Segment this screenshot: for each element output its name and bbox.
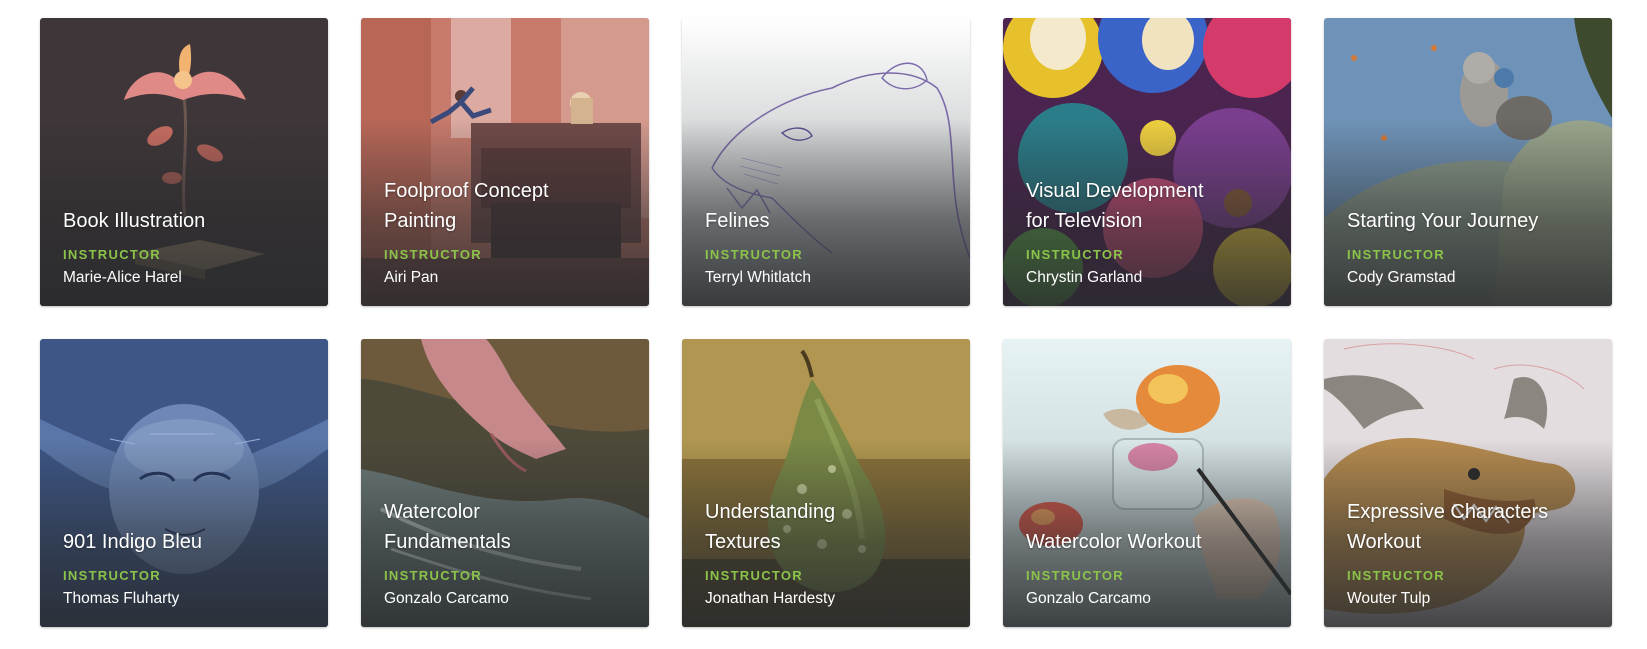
course-title: Watercolor Workout — [1026, 527, 1275, 557]
instructor-label: INSTRUCTOR — [705, 247, 803, 262]
instructor-label: INSTRUCTOR — [1347, 247, 1445, 262]
course-title-line: Watercolor — [384, 501, 480, 523]
course-title: Foolproof Concept Painting — [384, 176, 633, 236]
course-card-felines[interactable]: Felines INSTRUCTOR Terryl Whitlatch — [682, 18, 970, 306]
instructor-name: Terryl Whitlatch — [705, 269, 811, 286]
course-title: Visual Development for Television — [1026, 176, 1275, 236]
course-title: 901 Indigo Bleu — [63, 527, 312, 557]
course-title-line: for Television — [1026, 210, 1143, 232]
instructor-name: Cody Gramstad — [1347, 269, 1456, 286]
course-card-starting-your-journey[interactable]: Starting Your Journey INSTRUCTOR Cody Gr… — [1324, 18, 1612, 306]
course-title: Felines — [705, 206, 954, 236]
card-info: Felines INSTRUCTOR Terryl Whitlatch — [705, 206, 954, 289]
course-title: Book Illustration — [63, 206, 312, 236]
course-title-line: Textures — [705, 531, 781, 553]
instructor-name: Thomas Fluharty — [63, 590, 180, 607]
course-grid: Book Illustration INSTRUCTOR Marie-Alice… — [40, 18, 1612, 627]
instructor-name: Wouter Tulp — [1347, 590, 1431, 607]
course-title-line: Foolproof Concept — [384, 180, 549, 202]
course-title-line: Fundamentals — [384, 531, 511, 553]
course-title: Watercolor Fundamentals — [384, 497, 633, 557]
card-info: Watercolor Workout INSTRUCTOR Gonzalo Ca… — [1026, 527, 1275, 610]
instructor-name: Gonzalo Carcamo — [1026, 590, 1151, 607]
instructor-label: INSTRUCTOR — [63, 247, 161, 262]
course-card-book-illustration[interactable]: Book Illustration INSTRUCTOR Marie-Alice… — [40, 18, 328, 306]
course-card-expressive-characters-workout[interactable]: Expressive Characters Workout INSTRUCTOR… — [1324, 339, 1612, 627]
course-title-line: Visual Development — [1026, 180, 1204, 202]
course-title-line: Painting — [384, 210, 457, 232]
instructor-name: Airi Pan — [384, 269, 439, 286]
instructor-label: INSTRUCTOR — [63, 568, 161, 583]
course-card-visual-development-for-television[interactable]: Visual Development for Television INSTRU… — [1003, 18, 1291, 306]
course-title: Understanding Textures — [705, 497, 954, 557]
course-title-line: Workout — [1347, 531, 1422, 553]
course-title-line: Starting Your Journey — [1347, 210, 1539, 232]
instructor-label: INSTRUCTOR — [384, 568, 482, 583]
course-title-line: Understanding — [705, 501, 836, 523]
course-card-watercolor-fundamentals[interactable]: Watercolor Fundamentals INSTRUCTOR Gonza… — [361, 339, 649, 627]
course-title-line: Expressive Characters — [1347, 501, 1549, 523]
course-title-line: Felines — [705, 210, 770, 232]
instructor-label: INSTRUCTOR — [705, 568, 803, 583]
course-title-line: Book Illustration — [63, 210, 206, 232]
card-info: Foolproof Concept Painting INSTRUCTOR Ai… — [384, 176, 633, 289]
instructor-name: Marie-Alice Harel — [63, 269, 182, 286]
card-info: 901 Indigo Bleu INSTRUCTOR Thomas Fluhar… — [63, 527, 312, 610]
course-title: Expressive Characters Workout — [1347, 497, 1596, 557]
course-title-line: Watercolor Workout — [1026, 531, 1202, 553]
course-card-understanding-textures[interactable]: Understanding Textures INSTRUCTOR Jonath… — [682, 339, 970, 627]
card-info: Starting Your Journey INSTRUCTOR Cody Gr… — [1347, 206, 1596, 289]
card-info: Visual Development for Television INSTRU… — [1026, 176, 1275, 289]
course-card-watercolor-workout[interactable]: Watercolor Workout INSTRUCTOR Gonzalo Ca… — [1003, 339, 1291, 627]
course-title-line: 901 Indigo Bleu — [63, 531, 203, 553]
instructor-label: INSTRUCTOR — [384, 247, 482, 262]
course-title: Starting Your Journey — [1347, 206, 1596, 236]
card-info: Book Illustration INSTRUCTOR Marie-Alice… — [63, 206, 312, 289]
instructor-label: INSTRUCTOR — [1026, 247, 1124, 262]
card-info: Expressive Characters Workout INSTRUCTOR… — [1347, 497, 1596, 610]
instructor-label: INSTRUCTOR — [1026, 568, 1124, 583]
card-info: Understanding Textures INSTRUCTOR Jonath… — [705, 497, 954, 610]
card-info: Watercolor Fundamentals INSTRUCTOR Gonza… — [384, 497, 633, 610]
instructor-name: Jonathan Hardesty — [705, 590, 836, 607]
instructor-name: Gonzalo Carcamo — [384, 590, 509, 607]
course-card-foolproof-concept-painting[interactable]: Foolproof Concept Painting INSTRUCTOR Ai… — [361, 18, 649, 306]
course-card-901-indigo-bleu[interactable]: 901 Indigo Bleu INSTRUCTOR Thomas Fluhar… — [40, 339, 328, 627]
instructor-label: INSTRUCTOR — [1347, 568, 1445, 583]
instructor-name: Chrystin Garland — [1026, 269, 1143, 286]
